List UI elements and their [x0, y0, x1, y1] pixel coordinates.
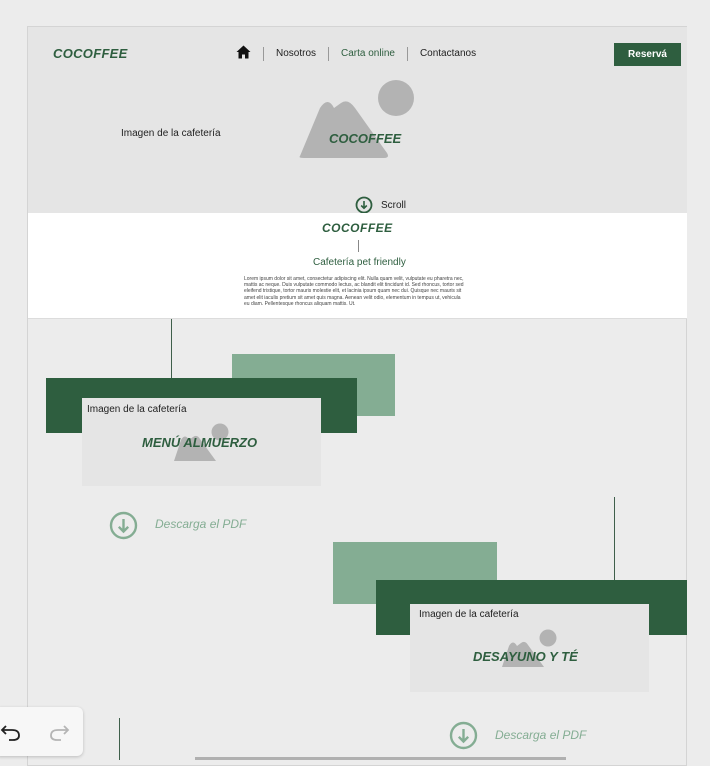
site-logo[interactable]: COCOFFEE: [53, 46, 128, 61]
nav-separator: [263, 46, 264, 61]
menu-card-caption: Imagen de la cafetería: [419, 609, 519, 620]
nav-item-nosotros[interactable]: Nosotros: [276, 48, 316, 59]
nav-item-contactanos[interactable]: Contactanos: [420, 48, 476, 59]
intro-tagline: Cafetería pet friendly: [313, 257, 406, 268]
scroll-down-icon[interactable]: [355, 196, 373, 214]
menu-card-title: DESAYUNO Y TÉ: [473, 649, 578, 664]
reserva-button[interactable]: Reservá: [614, 43, 681, 66]
decorative-line: [119, 718, 120, 760]
decorative-line: [614, 497, 615, 581]
download-pdf-link[interactable]: Descarga el PDF: [155, 517, 246, 531]
nav-separator: [406, 46, 408, 61]
decorative-line: [171, 319, 172, 379]
download-pdf-link[interactable]: Descarga el PDF: [495, 728, 586, 742]
home-icon[interactable]: [236, 45, 251, 62]
nav-item-carta-online[interactable]: Carta online: [341, 48, 395, 59]
redo-icon[interactable]: [48, 720, 70, 742]
menu-card-title: MENÚ ALMUERZO: [142, 435, 258, 450]
intro-brand-text: COCOFFEE: [322, 221, 393, 235]
intro-divider: [358, 240, 359, 252]
hero-image-caption: Imagen de la cafetería: [121, 128, 221, 139]
download-icon[interactable]: [109, 511, 138, 540]
main-nav: Nosotros Carta online Contactanos: [236, 45, 476, 62]
nav-separator: [328, 46, 330, 61]
undo-icon[interactable]: [0, 720, 22, 742]
image-placeholder-icon: [299, 80, 414, 158]
hero-brand-text: COCOFFEE: [329, 131, 402, 146]
menu-card-caption: Imagen de la cafetería: [87, 404, 187, 415]
scroll-label[interactable]: Scroll: [381, 200, 406, 211]
download-icon[interactable]: [449, 721, 478, 750]
intro-body-text: Lorem ipsum dolor sit amet, consectetur …: [244, 276, 464, 307]
